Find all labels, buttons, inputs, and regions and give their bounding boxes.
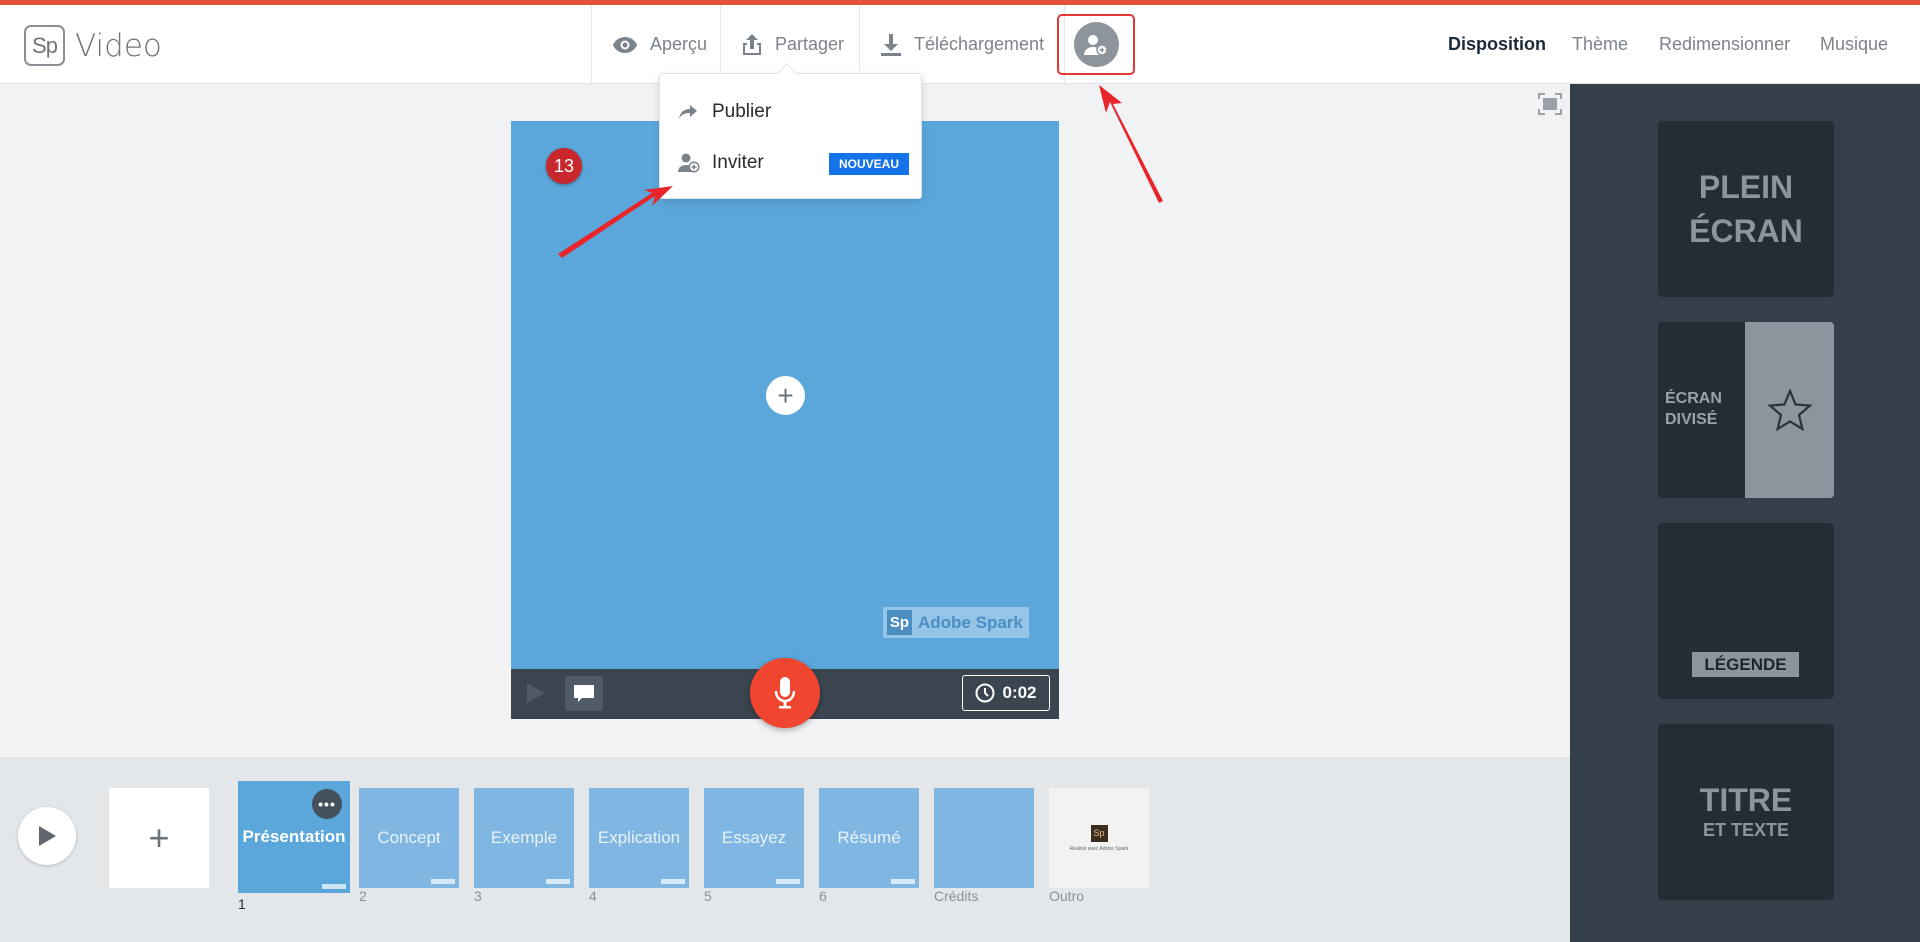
menu-item-invite[interactable]: Inviter	[678, 148, 764, 178]
new-badge: NOUVEAU	[829, 153, 909, 175]
more-options-icon[interactable]: •••	[312, 789, 342, 819]
slide-duration-button[interactable]: 0:02	[962, 675, 1050, 711]
play-slide-icon[interactable]	[525, 681, 547, 710]
slide-title: Exemple	[490, 828, 558, 847]
slide-title: Concept	[377, 828, 441, 847]
menu-item-publish[interactable]: Publier	[678, 97, 771, 127]
mini-watermark	[891, 879, 915, 884]
download-icon	[880, 33, 902, 57]
slide-label-2: 2	[359, 888, 367, 904]
add-media-button[interactable]: +	[766, 376, 805, 415]
slide-label-4: 4	[589, 888, 597, 904]
timeline: + Présentation ••• Concept Exemple Expli…	[0, 757, 1570, 942]
fullscreen-icon[interactable]	[1538, 93, 1562, 120]
record-voice-button[interactable]	[750, 658, 820, 728]
add-slide-button[interactable]: +	[109, 788, 209, 888]
slide-label-6: 6	[819, 888, 827, 904]
layout-title-text[interactable]: TITRE ET TEXTE	[1658, 724, 1834, 900]
slide-number-badge: 13	[546, 148, 582, 184]
layout-caption[interactable]: LÉGENDE	[1658, 523, 1834, 699]
invite-label: Inviter	[712, 152, 764, 173]
app-logo[interactable]: Sp Video	[24, 25, 162, 66]
play-icon	[39, 826, 56, 846]
publish-label: Publier	[712, 101, 772, 122]
play-video-button[interactable]	[18, 807, 76, 865]
slide-label-5: 5	[704, 888, 712, 904]
layout-fullscreen-line1: PLEIN	[1698, 169, 1794, 205]
person-plus-icon	[1073, 22, 1119, 67]
layout-split-screen[interactable]: ÉCRAN DIVISÉ	[1658, 322, 1834, 498]
watermark-text: Adobe Spark	[918, 612, 1023, 632]
preview-label: Aperçu	[650, 34, 708, 54]
mini-watermark	[776, 879, 800, 884]
layout-split-line1: ÉCRAN	[1665, 390, 1722, 407]
caption-button[interactable]	[565, 676, 603, 711]
slide-canvas[interactable]: 13 + Sp Adobe Spark	[511, 121, 1059, 669]
layout-title-line2: ET TEXTE	[1702, 820, 1789, 840]
timeline-slide-2[interactable]: Concept	[359, 788, 459, 888]
mini-watermark	[322, 884, 346, 889]
layout-title-line1: TITRE	[1699, 782, 1793, 818]
timeline-slide-5[interactable]: Essayez	[704, 788, 804, 888]
eye-icon	[612, 36, 638, 54]
mini-watermark	[546, 879, 570, 884]
outro-logo: Sp	[1090, 824, 1108, 842]
logo-mark: Sp	[24, 25, 65, 66]
caption-icon	[574, 684, 594, 702]
header: Sp Video Aperçu Partager Téléchargement	[0, 5, 1920, 84]
slide-label-credits: Crédits	[934, 888, 979, 904]
timeline-slide-4[interactable]: Explication	[589, 788, 689, 888]
microphone-icon	[774, 677, 796, 709]
slide-label-1: 1	[238, 896, 246, 912]
invite-collaborator-button[interactable]	[1057, 14, 1135, 75]
slide-title: Essayez	[721, 828, 787, 847]
app-name: Video	[75, 27, 162, 64]
watermark-logo: Sp	[887, 610, 912, 635]
tab-layout[interactable]: Disposition	[1448, 5, 1546, 84]
layout-caption-label: LÉGENDE	[1692, 652, 1799, 677]
tab-resize[interactable]: Redimensionner	[1659, 5, 1790, 84]
outro-text: Réalisé avec Adobe Spark	[1069, 845, 1129, 852]
duration-value: 0:02	[1002, 683, 1037, 702]
slide-title: Explication	[597, 828, 681, 847]
timeline-slide-credits[interactable]	[934, 788, 1034, 888]
share-icon	[741, 33, 763, 57]
mini-watermark	[431, 879, 455, 884]
layout-fullscreen-line2: ÉCRAN	[1689, 213, 1803, 249]
timeline-slide-1[interactable]: Présentation •••	[238, 781, 350, 893]
star-icon	[1767, 389, 1812, 431]
share-menu: Publier Inviter NOUVEAU	[659, 63, 922, 199]
mini-watermark	[661, 879, 685, 884]
download-label: Téléchargement	[914, 34, 1045, 54]
arrow-to-invite-button	[1099, 85, 1163, 203]
person-plus-icon	[678, 153, 702, 173]
slide-title: Résumé	[837, 828, 901, 847]
slide-label-outro: Outro	[1049, 888, 1085, 904]
layout-fullscreen[interactable]: PLEIN ÉCRAN	[1658, 121, 1834, 297]
clock-icon	[975, 683, 995, 703]
slide-label-3: 3	[474, 888, 482, 904]
forward-arrow-icon	[678, 104, 702, 120]
split-image-area	[1745, 322, 1834, 498]
share-label: Partager	[775, 34, 845, 54]
slide-title: Présentation	[242, 827, 346, 846]
timeline-slide-outro[interactable]: Sp Réalisé avec Adobe Spark	[1049, 788, 1149, 888]
timeline-slide-3[interactable]: Exemple	[474, 788, 574, 888]
timeline-slide-6[interactable]: Résumé	[819, 788, 919, 888]
tab-theme[interactable]: Thème	[1572, 5, 1628, 84]
tab-music[interactable]: Musique	[1820, 5, 1888, 84]
layout-panel: PLEIN ÉCRAN ÉCRAN DIVISÉ LÉGENDE TITRE E…	[1570, 84, 1920, 942]
layout-split-line2: DIVISÉ	[1665, 411, 1718, 428]
adobe-spark-watermark: Sp Adobe Spark	[883, 607, 1029, 638]
